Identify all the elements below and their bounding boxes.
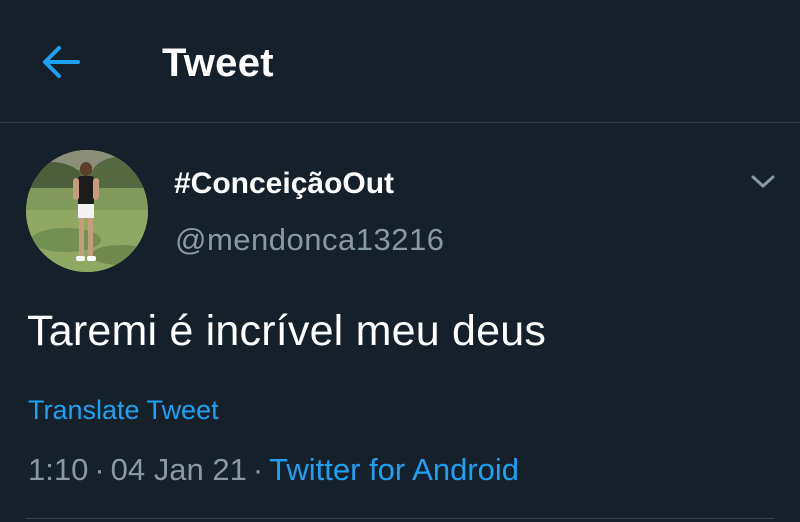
user-handle[interactable]: @mendonca13216 <box>175 221 444 259</box>
top-app-bar: Tweet <box>0 0 800 123</box>
tweet-menu-button[interactable] <box>744 168 782 200</box>
arrow-left-icon <box>41 45 81 84</box>
display-name[interactable]: #ConceiçãoOut <box>174 166 394 202</box>
translate-tweet-link[interactable]: Translate Tweet <box>28 393 219 427</box>
tweet-time: 1:10 <box>28 452 89 487</box>
separator: · <box>252 452 264 487</box>
tweet-text: Taremi é incrível meu deus <box>27 307 547 355</box>
back-button[interactable] <box>36 40 86 88</box>
avatar[interactable] <box>26 150 148 272</box>
tweet-date: 04 Jan 21 <box>110 452 247 487</box>
tweet-source-link[interactable]: Twitter for Android <box>269 452 519 487</box>
separator: · <box>94 452 105 487</box>
divider <box>26 518 774 519</box>
page-title: Tweet <box>162 41 274 85</box>
tweet-metadata: 1:10 · 04 Jan 21 · Twitter for Android <box>28 450 519 490</box>
chevron-down-icon <box>750 174 776 195</box>
tweet-screen: Tweet #ConceiçãoOut @mendonca13216 Tarem… <box>0 0 800 522</box>
